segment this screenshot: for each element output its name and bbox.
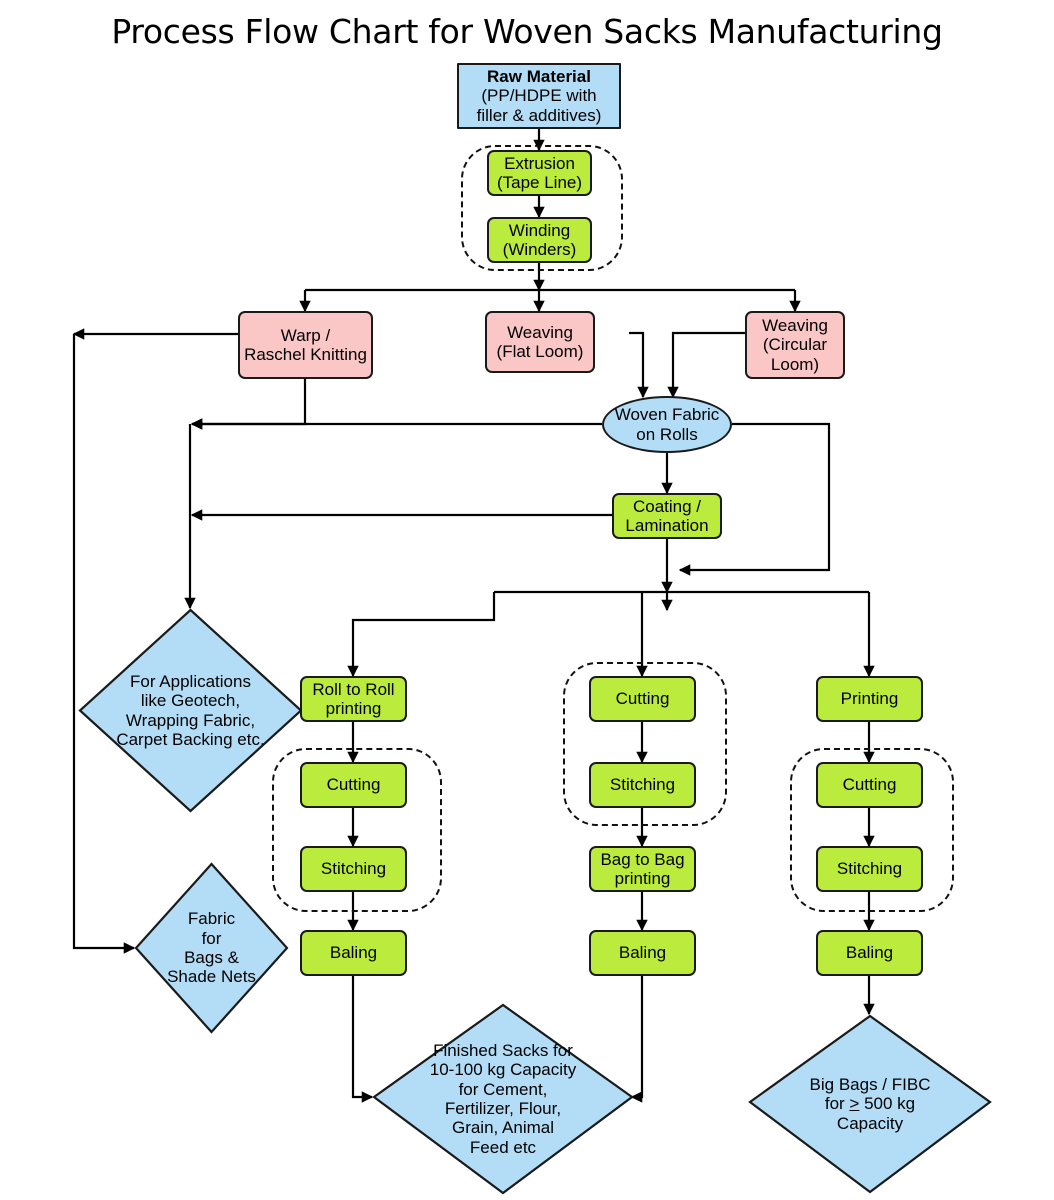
big-bags-line2-prefix: for: [824, 1094, 850, 1114]
finished-sacks-line4: Fertilizer, Flour,: [444, 1099, 562, 1118]
baling-a-label: Baling: [329, 943, 378, 963]
finished-sacks-line2: 10-100 kg Capacity: [429, 1060, 577, 1080]
cutting-a-label: Cutting: [326, 775, 381, 795]
weaving-flat-line2: (Flat Loom): [496, 342, 584, 361]
extrusion-line2: (Tape Line): [496, 173, 583, 192]
woven-fabric-line1: Woven Fabric: [614, 405, 720, 425]
node-baling-a[interactable]: Baling: [300, 930, 407, 976]
node-cutting-c[interactable]: Cutting: [816, 762, 923, 808]
warp-line2: Raschel Knitting: [244, 345, 367, 364]
bag-printing-line1: Bag to Bag: [600, 849, 685, 869]
fabric-bags-line3: Bags &: [184, 948, 239, 967]
node-weaving-flat-loom[interactable]: Weaving (Flat Loom): [485, 311, 595, 373]
baling-b-label: Baling: [618, 943, 667, 963]
node-coating-lamination[interactable]: Coating / Lamination: [612, 493, 722, 539]
weaving-flat-line1: Weaving: [507, 322, 573, 342]
extrusion-line1: Extrusion: [504, 153, 575, 173]
node-cutting-b[interactable]: Cutting: [589, 676, 696, 722]
node-big-bags-fibc[interactable]: Big Bags / FIBC for > 500 kg Capacity: [748, 1014, 992, 1194]
winding-line1: Winding: [508, 220, 571, 240]
node-baling-b[interactable]: Baling: [589, 930, 696, 976]
node-fabric-bags-shade-nets[interactable]: Fabric for Bags & Shade Nets: [134, 862, 289, 1034]
roll-printing-line2: printing: [325, 699, 382, 718]
raw-material-line2: (PP/HDPE with: [481, 86, 597, 106]
node-stitching-b[interactable]: Stitching: [589, 762, 696, 808]
geotech-line4: Carpet Backing etc.: [116, 729, 265, 749]
finished-sacks-line6: Feed etc: [469, 1137, 537, 1157]
finished-sacks-line3: for Cement,: [458, 1079, 548, 1099]
big-bags-line1: Big Bags / FIBC: [809, 1074, 931, 1094]
big-bags-line2-suffix: 500 kg: [859, 1094, 916, 1114]
finished-sacks-line5: Grain, Animal: [451, 1118, 555, 1138]
stitching-b-label: Stitching: [609, 775, 676, 795]
stitching-a-label: Stitching: [320, 859, 387, 879]
geotech-line1: For Applications: [130, 671, 251, 691]
node-extrusion[interactable]: Extrusion (Tape Line): [487, 150, 592, 196]
node-finished-sacks[interactable]: Finished Sacks for 10-100 kg Capacity fo…: [372, 1003, 634, 1195]
winding-line2: (Winders): [502, 240, 577, 259]
finished-sacks-line1: Finished Sacks for: [433, 1040, 573, 1060]
node-warp-raschel-knitting[interactable]: Warp / Raschel Knitting: [238, 311, 373, 379]
geotech-line3: Wrapping Fabric,: [125, 710, 256, 730]
stitching-c-label: Stitching: [836, 859, 903, 879]
weaving-circ-line1: Weaving: [762, 316, 828, 336]
fabric-bags-line1: Fabric: [187, 909, 236, 929]
fabric-bags-line2: for: [201, 928, 222, 948]
cutting-b-label: Cutting: [615, 689, 670, 709]
geotech-line2: like Geotech,: [140, 691, 241, 711]
greater-or-equal-icon: >: [849, 1094, 860, 1114]
node-stitching-c[interactable]: Stitching: [816, 846, 923, 892]
coating-line1: Coating /: [632, 496, 702, 516]
node-cutting-a[interactable]: Cutting: [300, 762, 407, 808]
coating-line2: Lamination: [625, 516, 709, 535]
node-bag-to-bag-printing[interactable]: Bag to Bag printing: [589, 846, 696, 892]
node-raw-material[interactable]: Raw Material (PP/HDPE with filler & addi…: [457, 63, 621, 129]
bag-printing-line2: printing: [614, 869, 671, 888]
roll-printing-line1: Roll to Roll: [312, 679, 395, 699]
node-winding[interactable]: Winding (Winders): [487, 217, 592, 263]
cutting-c-label: Cutting: [842, 775, 897, 795]
raw-material-line3: filler & additives): [476, 105, 602, 125]
woven-fabric-line2: on Rolls: [636, 424, 698, 444]
node-roll-to-roll-printing[interactable]: Roll to Roll printing: [300, 676, 407, 722]
node-woven-fabric-on-rolls[interactable]: Woven Fabric on Rolls: [602, 396, 732, 453]
node-stitching-a[interactable]: Stitching: [300, 846, 407, 892]
weaving-circ-line3: Loom): [770, 354, 820, 374]
printing-c-label: Printing: [840, 689, 899, 709]
flowchart-canvas: Process Flow Chart for Woven Sacks Manuf…: [0, 0, 1054, 1200]
warp-line1: Warp /: [280, 325, 331, 345]
fabric-bags-line4: Shade Nets: [167, 967, 256, 987]
big-bags-line2: for > 500 kg: [810, 1094, 931, 1113]
baling-c-label: Baling: [845, 943, 894, 963]
node-baling-c[interactable]: Baling: [816, 930, 923, 976]
big-bags-line3: Capacity: [836, 1113, 904, 1133]
node-applications-geotech[interactable]: For Applications like Geotech, Wrapping …: [78, 608, 303, 813]
raw-material-line1: Raw Material: [487, 67, 591, 87]
node-weaving-circular-loom[interactable]: Weaving (Circular Loom): [745, 311, 845, 379]
node-printing-c[interactable]: Printing: [816, 676, 923, 722]
page-title: Process Flow Chart for Woven Sacks Manuf…: [111, 12, 943, 51]
weaving-circ-line2: (Circular: [762, 335, 828, 355]
